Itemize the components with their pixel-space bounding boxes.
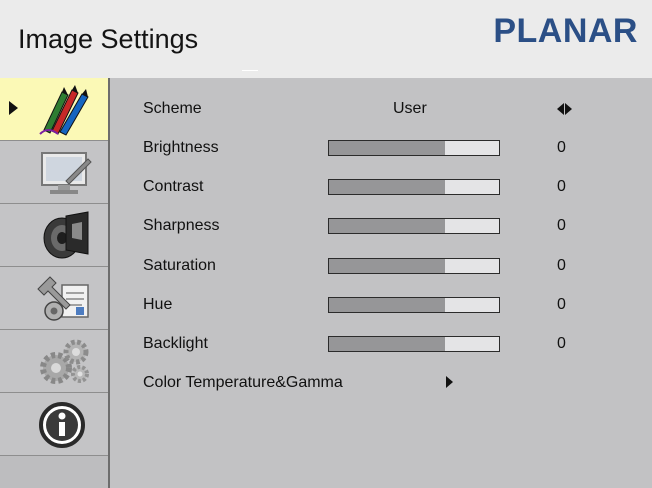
sidebar-item-advanced[interactable] bbox=[0, 330, 108, 393]
audio-speaker-icon bbox=[36, 210, 94, 262]
contrast-row[interactable]: Contrast 0 bbox=[110, 174, 652, 200]
brightness-row[interactable]: Brightness 0 bbox=[110, 135, 652, 161]
hue-value: 0 bbox=[557, 296, 566, 313]
sidebar-item-information[interactable] bbox=[0, 393, 108, 456]
scheme-value: User bbox=[393, 100, 427, 117]
sharpness-value: 0 bbox=[557, 217, 566, 234]
sharpness-slider[interactable] bbox=[328, 218, 500, 234]
sidebar-item-image-settings[interactable] bbox=[0, 78, 108, 141]
osd-menu: Image Settings PLANAR Scheme User Bright… bbox=[0, 0, 652, 488]
info-icon bbox=[36, 399, 94, 451]
brightness-label: Brightness bbox=[143, 139, 219, 156]
saturation-label: Saturation bbox=[143, 257, 216, 274]
header-bar: Image Settings PLANAR bbox=[0, 0, 652, 78]
sidebar-item-tools[interactable] bbox=[0, 267, 108, 330]
brightness-slider[interactable] bbox=[328, 140, 500, 156]
hue-label: Hue bbox=[143, 296, 173, 313]
gears-icon bbox=[36, 336, 94, 388]
sharpness-slider-fill bbox=[329, 219, 445, 233]
backlight-slider[interactable] bbox=[328, 336, 500, 352]
display-monitor-icon bbox=[36, 147, 94, 199]
sharpness-label: Sharpness bbox=[143, 217, 220, 234]
saturation-row[interactable]: Saturation 0 bbox=[110, 253, 652, 279]
brand-logo: PLANAR bbox=[493, 12, 638, 50]
page-title: Image Settings bbox=[18, 24, 199, 54]
saturation-slider-fill bbox=[329, 259, 445, 273]
scheme-row[interactable]: Scheme User bbox=[110, 96, 652, 122]
backlight-slider-fill bbox=[329, 337, 445, 351]
hue-slider-fill bbox=[329, 298, 445, 312]
left-right-arrow-icon[interactable] bbox=[553, 102, 577, 116]
backlight-value: 0 bbox=[557, 335, 566, 352]
contrast-value: 0 bbox=[557, 178, 566, 195]
saturation-slider[interactable] bbox=[328, 258, 500, 274]
color-temperature-row[interactable]: Color Temperature&Gamma bbox=[110, 370, 652, 396]
saturation-value: 0 bbox=[557, 257, 566, 274]
backlight-row[interactable]: Backlight 0 bbox=[110, 331, 652, 357]
sidebar bbox=[0, 78, 110, 488]
brightness-value: 0 bbox=[557, 139, 566, 156]
contrast-label: Contrast bbox=[143, 178, 204, 195]
color-temperature-label: Color Temperature&Gamma bbox=[143, 374, 343, 391]
hue-row[interactable]: Hue 0 bbox=[110, 292, 652, 318]
contrast-slider[interactable] bbox=[328, 179, 500, 195]
backlight-label: Backlight bbox=[143, 335, 208, 352]
image-settings-icon bbox=[36, 84, 94, 136]
scheme-label: Scheme bbox=[143, 100, 202, 117]
sidebar-item-display[interactable] bbox=[0, 141, 108, 204]
hue-slider[interactable] bbox=[328, 297, 500, 313]
header-divider bbox=[242, 70, 258, 71]
selection-arrow-icon bbox=[9, 101, 18, 115]
brightness-slider-fill bbox=[329, 141, 445, 155]
sharpness-row[interactable]: Sharpness 0 bbox=[110, 213, 652, 239]
tools-settings-icon bbox=[36, 273, 94, 325]
contrast-slider-fill bbox=[329, 180, 445, 194]
submenu-arrow-icon[interactable] bbox=[446, 376, 453, 388]
sidebar-item-audio[interactable] bbox=[0, 204, 108, 267]
settings-panel: Scheme User Brightness 0 Contrast 0 Shar… bbox=[110, 78, 652, 488]
